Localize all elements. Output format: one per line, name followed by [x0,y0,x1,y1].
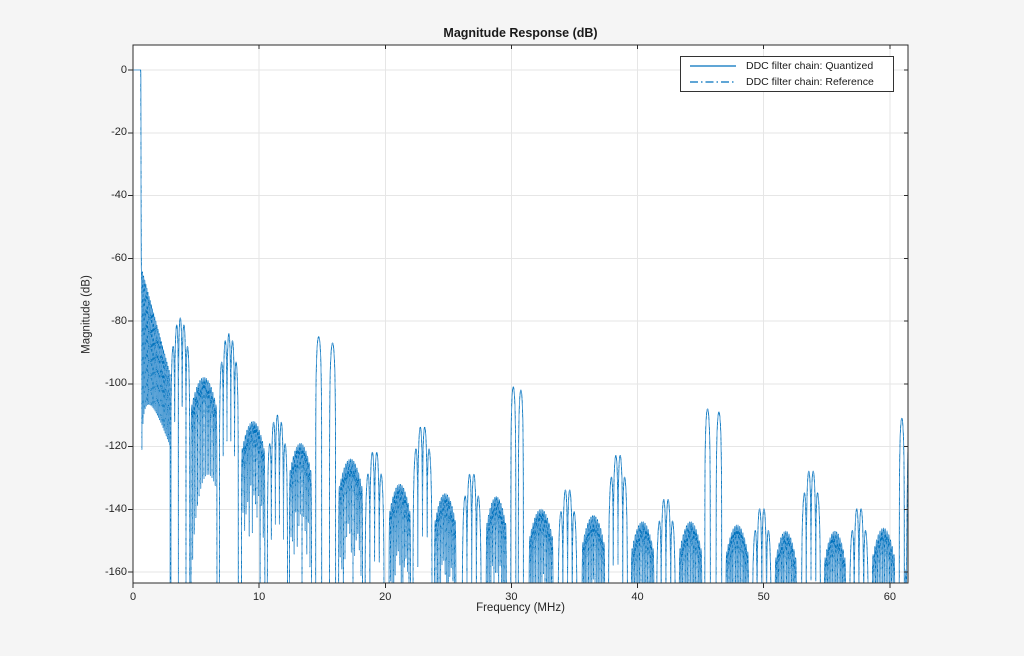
x-tick-label: 0 [116,590,150,605]
x-tick-label: 10 [242,590,276,605]
x-tick-label: 20 [368,590,402,605]
legend-line-solid-icon [687,61,739,71]
x-tick-label: 60 [873,590,907,605]
y-tick-label: -140 [71,502,127,517]
y-tick-label: -120 [71,439,127,454]
y-tick-label: -20 [71,125,127,140]
x-tick-label: 40 [621,590,655,605]
x-tick-label: 30 [494,590,528,605]
response-curve-quantized [133,70,908,628]
legend-label-reference: DDC filter chain: Reference [746,76,874,88]
legend-line-dashdot-icon [687,77,739,87]
figure-window: Magnitude Response (dB) Frequency (MHz) … [0,0,1024,656]
y-tick-label: 0 [71,63,127,78]
legend-label-quantized: DDC filter chain: Quantized [746,60,873,72]
y-tick-label: -100 [71,376,127,391]
y-tick-label: -160 [71,565,127,580]
y-tick-label: -40 [71,188,127,203]
x-tick-label: 50 [747,590,781,605]
legend-entry-quantized: DDC filter chain: Quantized [681,58,893,74]
y-tick-label: -60 [71,251,127,266]
legend-entry-reference: DDC filter chain: Reference [681,74,893,90]
chart-title: Magnitude Response (dB) [133,26,908,40]
plot-canvas [0,0,1024,656]
y-tick-label: -80 [71,314,127,329]
legend[interactable]: DDC filter chain: Quantized DDC filter c… [680,56,894,92]
